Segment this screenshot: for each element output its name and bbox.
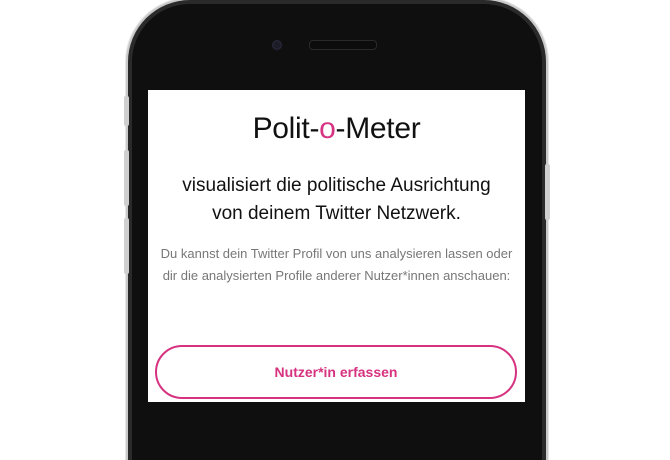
title-suffix: -Meter [335, 112, 421, 145]
power-button [545, 164, 550, 220]
description-line-2: dir die analysierten Profile anderer Nut… [162, 268, 511, 283]
intro-line-1: visualisiert die politische Ausrichtung [182, 175, 491, 196]
page-title: Polit-o-Meter [148, 112, 525, 146]
register-user-button[interactable]: Nutzer*in erfassen [155, 345, 517, 399]
intro-line-2: von deinem Twitter Netzwerk. [212, 203, 461, 224]
mute-switch [124, 96, 129, 126]
title-prefix: Polit- [252, 112, 320, 145]
phone-screen: Polit-o-Meter visualisiert die politisch… [148, 90, 525, 402]
register-user-button-label: Nutzer*in erfassen [274, 364, 398, 380]
volume-up-button [124, 150, 129, 206]
description-text: Du kannst dein Twitter Profil von uns an… [154, 243, 519, 287]
intro-text: visualisiert die politische Ausrichtung … [158, 172, 515, 228]
camera-icon [272, 40, 282, 50]
volume-down-button [124, 218, 129, 274]
description-line-1: Du kannst dein Twitter Profil von uns an… [160, 246, 513, 261]
title-accent: o [319, 112, 336, 145]
speaker-grille [309, 40, 377, 50]
